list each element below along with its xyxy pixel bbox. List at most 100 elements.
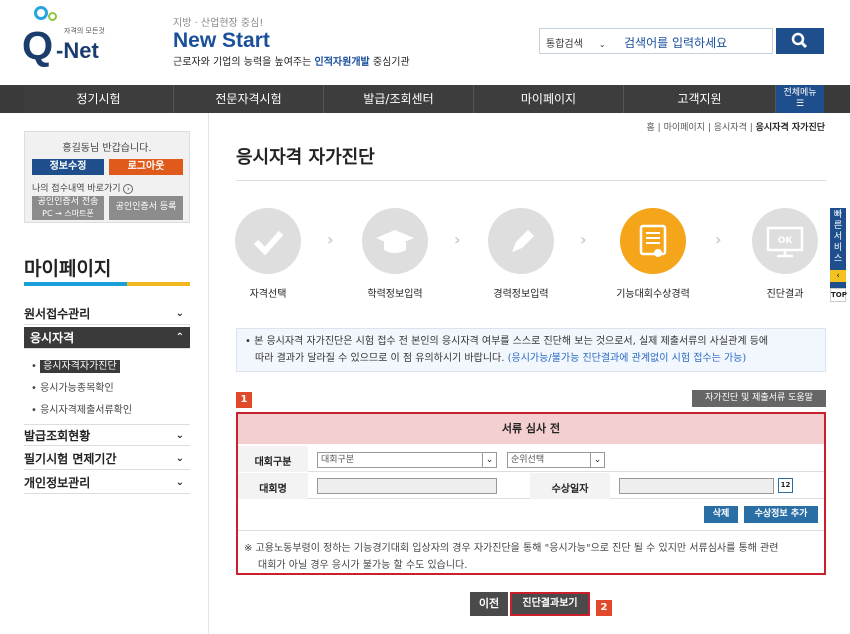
logout-button[interactable]: 로그아웃 — [109, 159, 183, 175]
graduation-cap-icon — [376, 230, 414, 253]
chevron-down-icon: ⌄ — [175, 477, 184, 488]
page-title: 응시자격 자가진단 — [236, 147, 375, 168]
sidebar-item-exempt[interactable]: 필기시험 면제기간 ⌄ — [24, 448, 190, 470]
nav-support[interactable]: 고객지원 — [624, 85, 776, 113]
sidebar-item-privacy[interactable]: 개인정보관리 ⌄ — [24, 472, 190, 494]
chevron-right-icon: › — [580, 230, 587, 249]
breadcrumb-mypage[interactable]: 마이페이지 — [664, 123, 705, 133]
divider — [208, 113, 209, 634]
slogan-main: New Start — [173, 29, 270, 52]
add-award-button[interactable]: 수상정보 추가 — [744, 506, 818, 523]
notice-box: • 본 응시자격 자가진단은 시험 접수 전 본인의 응시자격 여부를 스스로 … — [236, 328, 826, 372]
search-icon — [791, 32, 808, 49]
top-button[interactable]: TOP — [830, 288, 847, 302]
notice-line-2: 따라 결과가 달라질 수 있으므로 이 점 유의하시기 바랍니다. (응시가능/… — [255, 353, 747, 364]
form-header: 서류 심사 전 — [238, 414, 824, 444]
monitor-ok-icon: OK — [766, 226, 804, 258]
step-4-label: 기능대회수상경력 — [616, 289, 690, 300]
award-date-input[interactable] — [619, 478, 774, 494]
breadcrumb: 홈 | 마이페이지 | 응시자격 | 응시자격 자가진단 — [646, 123, 825, 133]
nav-professional-exam[interactable]: 전문자격시험 — [174, 85, 324, 113]
search-input[interactable]: 검색어를 입력하세요 — [624, 34, 727, 51]
nav-regular-exam[interactable]: 정기시험 — [24, 85, 174, 113]
chevron-right-icon: › — [715, 230, 722, 249]
footnote: ※ 고용노동부령이 정하는 기능경기대회 입상자의 경우 자가진단을 통해 "응… — [244, 540, 822, 574]
logo-ring-icon — [48, 12, 57, 21]
logo-q: Q — [22, 24, 53, 68]
notice-line-1: • 본 응시자격 자가진단은 시험 접수 전 본인의 응시자격 여부를 스스로 … — [245, 336, 769, 347]
pencil-icon — [512, 230, 534, 252]
sidebar-item-receipt[interactable]: 원서접수관리 ⌄ — [24, 303, 190, 325]
award-document-icon — [639, 224, 667, 257]
nav-issue-center[interactable]: 발급/조회센터 — [324, 85, 474, 113]
footnote-line-1: ※ 고용노동부령이 정하는 기능경기대회 입상자의 경우 자가진단을 통해 "응… — [244, 543, 779, 554]
calendar-icon[interactable]: 12 — [778, 478, 793, 493]
check-icon — [253, 231, 284, 256]
search-box: 통합검색 ⌄ 검색어를 입력하세요 — [539, 28, 773, 54]
sidebar-item-issue[interactable]: 발급조회현황 ⌄ — [24, 424, 190, 446]
step-4-circle-active — [620, 208, 686, 274]
help-button[interactable]: 자가진단 및 제출서류 도움말 — [692, 390, 826, 407]
chevron-right-icon: › — [454, 230, 461, 249]
step-badge-2: 2 — [596, 600, 612, 616]
footnote-line-2: 대회가 아닐 경우 응시가 불가능 할 수도 있습니다. — [258, 560, 468, 571]
chevron-right-icon: › — [327, 230, 334, 249]
chevron-down-icon: ⌄ — [598, 40, 606, 49]
search-button[interactable] — [776, 28, 824, 54]
qnet-logo[interactable]: 자격의 모든것 Q -Net — [22, 6, 122, 68]
step-1-label: 자격선택 — [249, 289, 287, 300]
logo-tag: 자격의 모든것 — [64, 27, 105, 35]
step-5-circle: OK — [752, 208, 818, 274]
my-receipt-link[interactable]: 나의 접수내역 바로가기 › — [32, 181, 134, 194]
step-2-label: 학력정보입력 — [367, 289, 423, 300]
sidebar-sub-documents[interactable]: • 응시자격제출서류확인 — [31, 401, 132, 416]
breadcrumb-qualification[interactable]: 응시자격 — [714, 123, 747, 133]
cert-send-button[interactable]: 공인인증서 전송 PC → 스마트폰 — [32, 196, 104, 220]
step-5-label: 진단결과 — [766, 289, 804, 300]
step-3-circle — [488, 208, 554, 274]
sidebar-title-bar — [24, 282, 190, 286]
step-2-circle — [362, 208, 428, 274]
prev-button[interactable]: 이전 — [470, 592, 508, 616]
search-select[interactable]: 통합검색 ⌄ — [546, 35, 606, 50]
form-divider — [238, 530, 824, 531]
sidebar-title: 마이페이지 — [24, 258, 112, 280]
delete-button[interactable]: 삭제 — [704, 506, 738, 523]
chevron-down-icon: ⌄ — [175, 453, 184, 464]
svg-text:OK: OK — [778, 236, 794, 246]
step-3-label: 경력정보입력 — [493, 289, 549, 300]
all-menu-button[interactable]: 전체메뉴 ☰ — [776, 85, 824, 113]
greeting: 홍길동님 반갑습니다. — [62, 143, 152, 154]
slogan: 지방 · 산업현장 중심! New Start 근로자와 기업의 능력을 높여주… — [173, 14, 473, 68]
sidebar-item-qualification[interactable]: 응시자격 ⌃ — [24, 327, 190, 349]
title-divider — [236, 180, 826, 181]
chevron-down-icon: ⌄ — [175, 430, 184, 441]
division-select[interactable]: 대회구분 ⌄ — [317, 452, 497, 468]
slogan-sub: 근로자와 기업의 능력을 높여주는 인적자원개발 중심기관 — [173, 57, 410, 68]
step-1-circle — [235, 208, 301, 274]
breadcrumb-home[interactable]: 홈 — [647, 123, 655, 133]
label-name: 대회명 — [259, 484, 287, 495]
info-edit-button[interactable]: 정보수정 — [32, 159, 104, 175]
breadcrumb-current: 응시자격 자가진단 — [755, 123, 825, 133]
chevron-down-icon: ⌄ — [175, 308, 184, 319]
cert-register-button[interactable]: 공인인증서 등록 — [109, 196, 183, 220]
competition-name-input[interactable] — [317, 478, 497, 494]
logo-net: -Net — [56, 38, 99, 63]
logo-ring-icon — [34, 6, 48, 20]
view-result-button[interactable]: 진단결과보기 — [510, 592, 590, 616]
label-division: 대회구분 — [254, 457, 292, 468]
step-badge-1: 1 — [236, 392, 252, 408]
rank-select[interactable]: 순위선택 ⌄ — [507, 452, 605, 468]
sidebar-sub-possible[interactable]: • 응시가능종목확인 — [31, 379, 114, 394]
nav-mypage[interactable]: 마이페이지 — [474, 85, 624, 113]
chevron-down-icon: ⌄ — [482, 453, 496, 467]
menu-icon: ☰ — [795, 99, 805, 109]
quick-arrow-icon[interactable]: ‹ — [830, 270, 846, 282]
chevron-down-icon: ⌄ — [590, 453, 604, 467]
slogan-top: 지방 · 산업현장 중심! — [173, 18, 264, 29]
circle-arrow-icon: › — [123, 184, 134, 194]
login-box: 홍길동님 반갑습니다. 정보수정 로그아웃 나의 접수내역 바로가기 › 공인인… — [24, 131, 190, 223]
label-date: 수상일자 — [551, 484, 589, 495]
sidebar-sub-self-check[interactable]: • 응시자격자가진단 — [31, 357, 120, 373]
